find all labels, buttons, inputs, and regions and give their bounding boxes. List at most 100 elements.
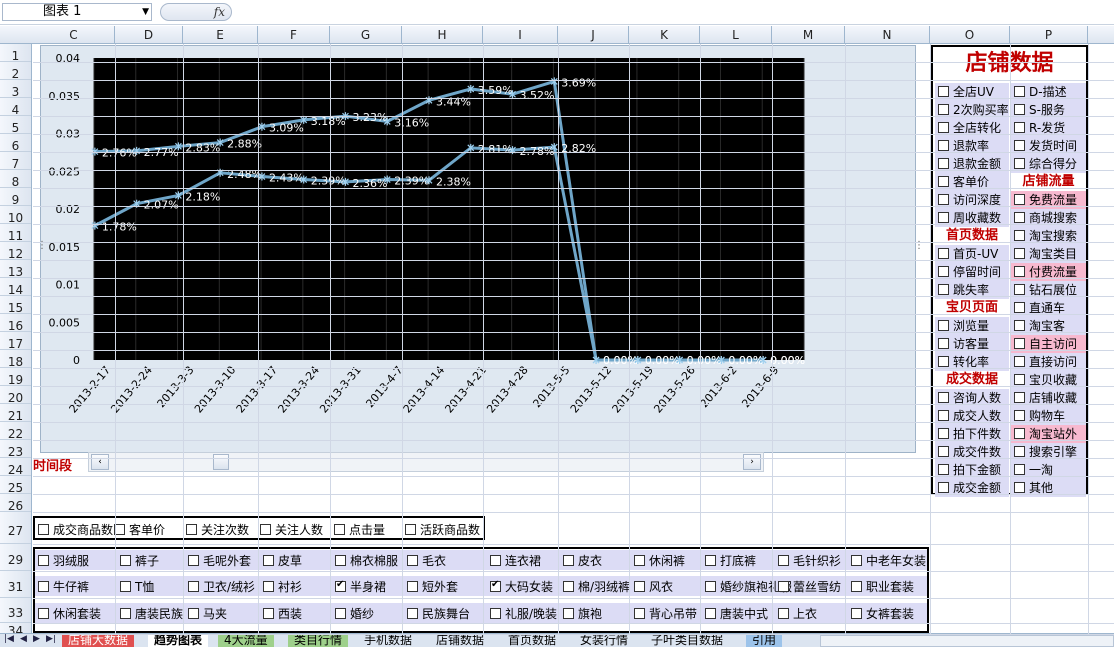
checkbox[interactable] bbox=[938, 320, 949, 331]
category-checkbox[interactable]: 半身裙 bbox=[335, 578, 386, 595]
category-checkbox[interactable]: 旗袍 bbox=[563, 605, 602, 622]
scroll-right-icon[interactable]: › bbox=[743, 454, 761, 470]
category-checkbox[interactable]: 衬衫 bbox=[263, 578, 302, 595]
category-checkbox[interactable]: 礼服/晚装 bbox=[490, 605, 557, 622]
horizontal-scrollbar[interactable] bbox=[820, 635, 1114, 647]
row-header[interactable]: 18 bbox=[0, 350, 31, 369]
checkbox[interactable] bbox=[851, 555, 862, 566]
checkbox[interactable] bbox=[563, 608, 574, 619]
row-header[interactable]: 3 bbox=[0, 80, 31, 99]
category-checkbox[interactable]: 打底裤 bbox=[705, 552, 756, 569]
column-header[interactable]: H bbox=[402, 26, 483, 44]
metric-checkbox[interactable]: 客单价 bbox=[114, 521, 165, 538]
row-header[interactable]: 10 bbox=[0, 206, 31, 225]
checkbox[interactable] bbox=[490, 555, 501, 566]
category-checkbox[interactable]: 中老年女装 bbox=[851, 552, 926, 569]
category-checkbox[interactable]: 裤子 bbox=[120, 552, 159, 569]
checkbox[interactable] bbox=[938, 482, 949, 493]
category-checkbox[interactable]: 休闲套装 bbox=[38, 605, 101, 622]
checkbox[interactable] bbox=[490, 579, 501, 592]
category-checkbox[interactable]: 皮衣 bbox=[563, 552, 602, 569]
row-header[interactable]: 20 bbox=[0, 386, 31, 405]
trend-chart[interactable]: 00.0050.010.0150.020.0250.030.0350.04201… bbox=[40, 45, 916, 453]
checkbox[interactable] bbox=[851, 608, 862, 619]
column-header[interactable]: I bbox=[483, 26, 558, 44]
checkbox[interactable] bbox=[263, 581, 274, 592]
checkbox[interactable] bbox=[1014, 194, 1025, 205]
checkbox[interactable] bbox=[634, 555, 645, 566]
checkbox[interactable] bbox=[938, 464, 949, 475]
checkbox[interactable] bbox=[1014, 428, 1025, 439]
checkbox[interactable] bbox=[1014, 410, 1025, 421]
sheet-tab[interactable]: 手机数据 bbox=[358, 634, 418, 647]
category-checkbox[interactable]: 唐装民族 bbox=[120, 605, 183, 622]
row-header[interactable]: 31 bbox=[0, 571, 31, 598]
sheet-tab[interactable]: 4大流量 bbox=[218, 634, 274, 647]
metric-checkbox[interactable]: 成交商品数 bbox=[38, 521, 113, 538]
sheet-tab[interactable]: 首页数据 bbox=[502, 634, 562, 647]
checkbox[interactable] bbox=[1014, 464, 1025, 475]
checkbox[interactable] bbox=[1014, 446, 1025, 457]
checkbox[interactable] bbox=[1014, 392, 1025, 403]
checkbox[interactable] bbox=[186, 524, 197, 535]
checkbox[interactable] bbox=[938, 266, 949, 277]
metric-checkbox[interactable]: 点击量 bbox=[334, 521, 385, 538]
category-checkbox[interactable]: 西装 bbox=[263, 605, 302, 622]
checkbox[interactable] bbox=[263, 555, 274, 566]
checkbox[interactable] bbox=[120, 555, 131, 566]
category-checkbox[interactable]: 上衣 bbox=[778, 605, 817, 622]
row-header[interactable]: 11 bbox=[0, 224, 31, 243]
category-checkbox[interactable]: 民族舞台 bbox=[407, 605, 470, 622]
checkbox[interactable] bbox=[1014, 284, 1025, 295]
column-header[interactable]: G bbox=[330, 26, 402, 44]
checkbox[interactable] bbox=[938, 338, 949, 349]
checkbox[interactable] bbox=[938, 248, 949, 259]
checkbox[interactable] bbox=[563, 581, 574, 592]
sheet-tab[interactable]: 店铺大数据 bbox=[62, 634, 135, 647]
checkbox[interactable] bbox=[778, 608, 789, 619]
category-checkbox[interactable]: 风衣 bbox=[634, 578, 673, 595]
metric-checkbox[interactable]: 关注次数 bbox=[186, 521, 249, 538]
checkbox[interactable] bbox=[938, 410, 949, 421]
category-checkbox[interactable]: 皮草 bbox=[263, 552, 302, 569]
row-header[interactable]: 25 bbox=[0, 476, 31, 495]
checkbox[interactable] bbox=[1014, 158, 1025, 169]
checkbox[interactable] bbox=[407, 608, 418, 619]
column-header[interactable]: N bbox=[845, 26, 930, 44]
checkbox[interactable] bbox=[407, 555, 418, 566]
checkbox[interactable] bbox=[38, 608, 49, 619]
row-header[interactable]: 33 bbox=[0, 598, 31, 623]
checkbox[interactable] bbox=[634, 608, 645, 619]
row-header[interactable]: 16 bbox=[0, 314, 31, 333]
time-scrollbar[interactable]: ‹ › bbox=[88, 452, 764, 472]
column-header[interactable]: P bbox=[1010, 26, 1088, 44]
row-header[interactable]: 12 bbox=[0, 242, 31, 261]
row-header[interactable]: 8 bbox=[0, 170, 31, 189]
sheet-tab[interactable]: 店铺数据 bbox=[430, 634, 490, 647]
checkbox[interactable] bbox=[938, 86, 949, 97]
checkbox[interactable] bbox=[188, 608, 199, 619]
checkbox[interactable] bbox=[1014, 320, 1025, 331]
row-header[interactable]: 26 bbox=[0, 494, 31, 513]
checkbox[interactable] bbox=[335, 555, 346, 566]
checkbox[interactable] bbox=[120, 581, 131, 592]
category-checkbox[interactable]: 背心吊带 bbox=[634, 605, 697, 622]
row-header[interactable]: 7 bbox=[0, 152, 31, 171]
column-header[interactable]: M bbox=[772, 26, 845, 44]
category-checkbox[interactable]: 棉/羽绒裤 bbox=[563, 578, 630, 595]
scroll-thumb[interactable] bbox=[213, 454, 229, 470]
checkbox[interactable] bbox=[188, 581, 199, 592]
checkbox[interactable] bbox=[1014, 86, 1025, 97]
category-checkbox[interactable]: 大码女装 bbox=[490, 578, 553, 595]
prev-sheet-icon[interactable]: ◀ bbox=[20, 634, 27, 644]
checkbox[interactable] bbox=[938, 122, 949, 133]
metric-checkbox[interactable]: 活跃商品数 bbox=[405, 521, 480, 538]
checkbox[interactable] bbox=[38, 581, 49, 592]
sheet-tab[interactable]: 趋势图表 bbox=[148, 634, 209, 647]
checkbox[interactable] bbox=[1014, 356, 1025, 367]
checkbox[interactable] bbox=[38, 524, 49, 535]
row-header[interactable]: 22 bbox=[0, 422, 31, 441]
category-checkbox[interactable]: 蕾丝雪纺 bbox=[778, 578, 841, 595]
checkbox[interactable] bbox=[705, 581, 716, 592]
checkbox[interactable] bbox=[1014, 302, 1025, 313]
